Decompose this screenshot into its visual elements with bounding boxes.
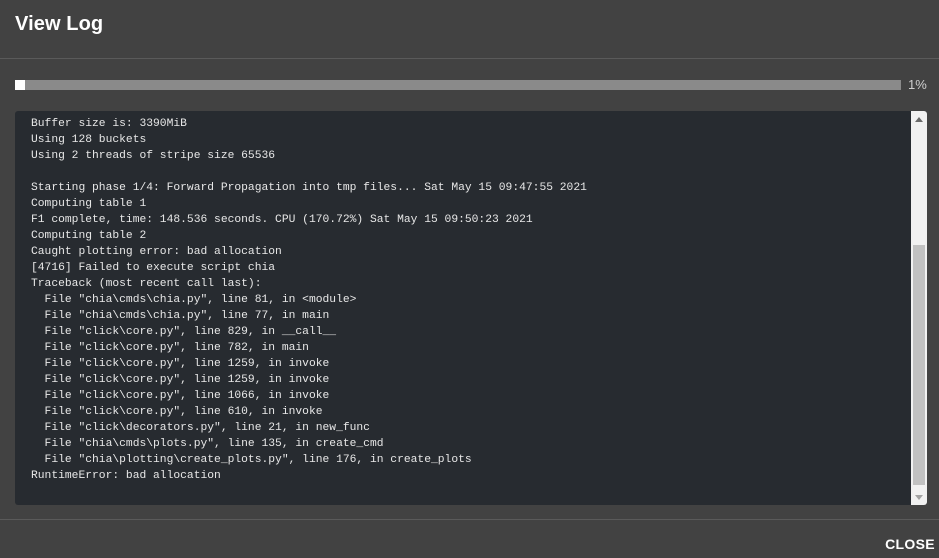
footer-divider xyxy=(0,519,939,520)
scroll-up-arrow-icon[interactable] xyxy=(911,111,927,127)
scroll-down-arrow-icon[interactable] xyxy=(911,489,927,505)
dialog-title: View Log xyxy=(15,13,104,35)
scrollbar-thumb[interactable] xyxy=(913,245,925,485)
close-button[interactable]: CLOSE xyxy=(882,531,938,557)
log-scrollbar[interactable] xyxy=(911,111,927,505)
view-log-dialog: View Log 1% Buffer size is: 3390MiB Usin… xyxy=(0,0,939,558)
progress-bar xyxy=(15,80,901,90)
log-output-panel[interactable]: Buffer size is: 3390MiB Using 128 bucket… xyxy=(15,111,927,505)
progress-bar-fill xyxy=(15,80,25,90)
log-text: Buffer size is: 3390MiB Using 128 bucket… xyxy=(31,118,587,482)
title-divider xyxy=(0,58,939,59)
progress-percent-label: 1% xyxy=(908,77,927,92)
